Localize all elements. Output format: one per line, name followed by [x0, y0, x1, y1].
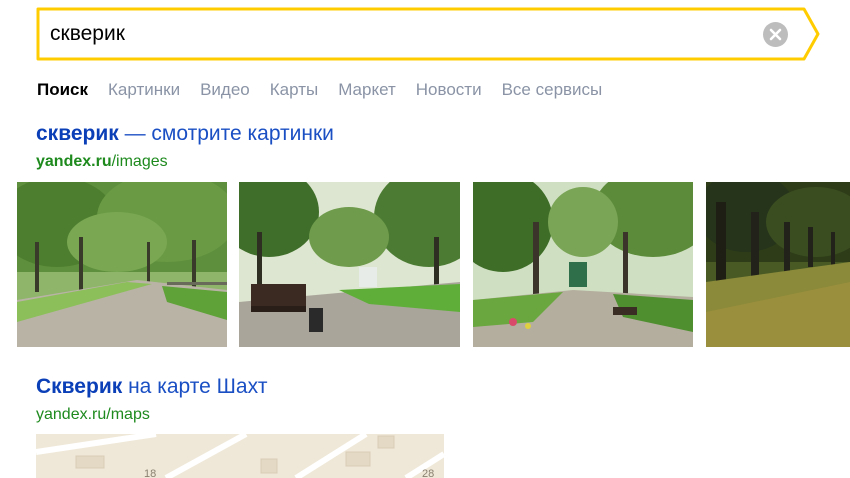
image-thumbnail[interactable]	[473, 182, 693, 347]
search-input[interactable]	[50, 17, 750, 51]
image-thumbnail[interactable]	[17, 182, 227, 347]
result-maps-title[interactable]: Скверик на карте Шахт	[36, 375, 267, 399]
park-photo-3	[473, 182, 693, 347]
tab-maps[interactable]: Карты	[270, 80, 318, 100]
tab-news[interactable]: Новости	[416, 80, 482, 100]
result-images-url[interactable]: yandex.ru/images	[36, 153, 168, 171]
result-title-bold: скверик	[36, 122, 119, 145]
result-images-title[interactable]: скверик — смотрите картинки	[36, 122, 334, 146]
park-photo-4	[706, 182, 850, 347]
close-icon	[769, 28, 782, 41]
tab-market[interactable]: Маркет	[338, 80, 396, 100]
map-preview[interactable]: 18 28	[36, 434, 444, 478]
result-url-path: /images	[111, 153, 168, 170]
image-strip	[17, 182, 850, 348]
image-thumbnail[interactable]	[706, 182, 850, 347]
map-tiles	[36, 434, 444, 478]
park-photo-2	[239, 182, 460, 347]
tab-video[interactable]: Видео	[200, 80, 250, 100]
service-tabs: Поиск Картинки Видео Карты Маркет Новост…	[37, 80, 622, 100]
tab-images[interactable]: Картинки	[108, 80, 180, 100]
park-photo-1	[17, 182, 227, 347]
tab-search[interactable]: Поиск	[37, 80, 88, 100]
map-house-number: 28	[422, 468, 435, 478]
search-bar	[36, 7, 820, 61]
result-url-path: yandex.ru/maps	[36, 406, 150, 423]
map-house-number: 18	[144, 468, 157, 478]
result-maps-url[interactable]: yandex.ru/maps	[36, 406, 150, 424]
result-title-rest: — смотрите картинки	[118, 122, 334, 145]
result-url-domain: yandex.ru	[36, 153, 112, 170]
clear-search-button[interactable]	[763, 22, 788, 47]
image-thumbnail[interactable]	[239, 182, 460, 347]
result-title-bold: Скверик	[36, 375, 123, 398]
tab-all-services[interactable]: Все сервисы	[502, 80, 603, 100]
result-title-rest: на карте Шахт	[122, 375, 268, 398]
